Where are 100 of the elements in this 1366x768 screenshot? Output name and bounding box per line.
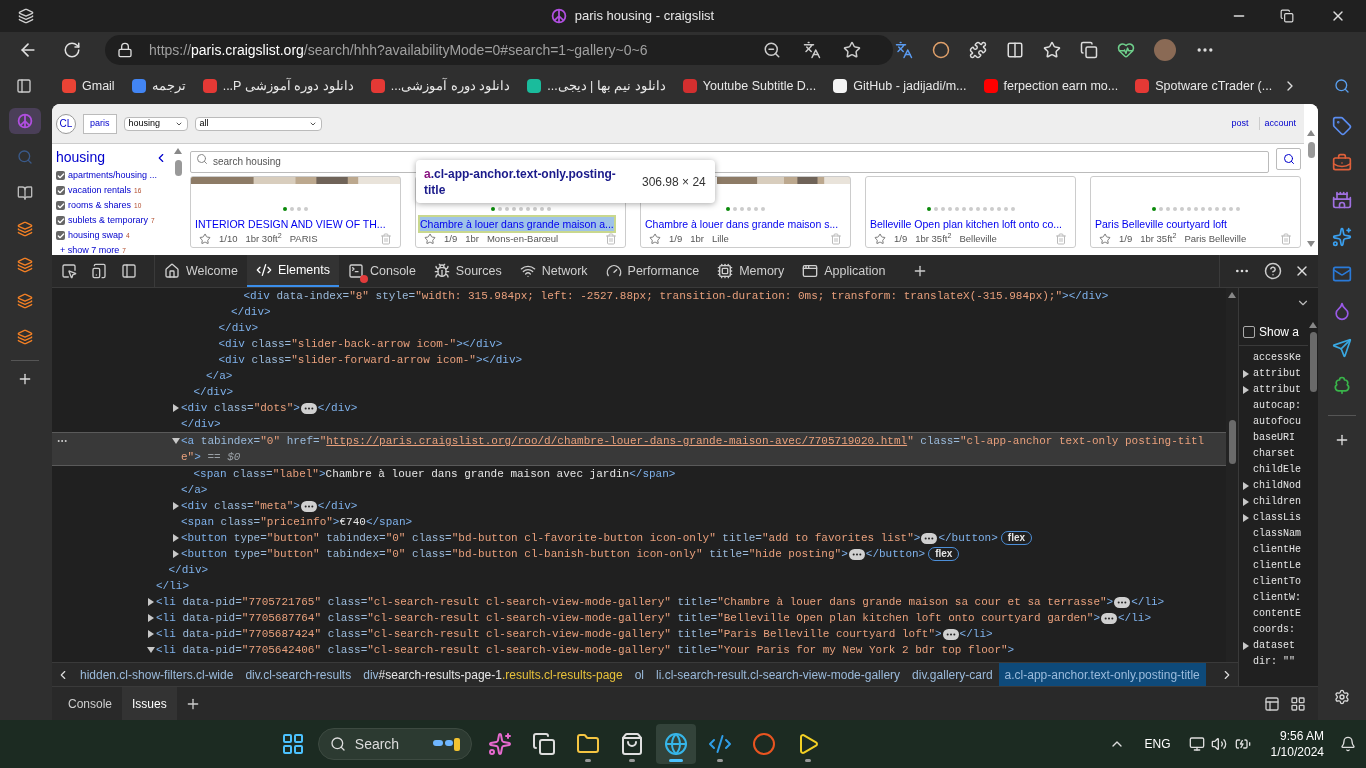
dom-node-line[interactable]: </div> — [52, 562, 1226, 578]
scroll-up-icon[interactable] — [174, 148, 182, 154]
dom-node-line[interactable]: </li> — [52, 578, 1226, 594]
property-name[interactable]: accessKe — [1253, 350, 1301, 366]
dom-node-line[interactable]: <div class="slider-back-arrow icom-"></div> — [52, 336, 1226, 352]
dock-bottom-icon[interactable] — [1290, 695, 1306, 712]
devtools-tab[interactable]: Application — [793, 255, 895, 287]
property-name[interactable]: clientHe — [1253, 542, 1301, 558]
split-screen-icon[interactable] — [1006, 41, 1024, 59]
filter-checkbox[interactable] — [56, 231, 65, 240]
breadcrumb-item[interactable]: div#search-results-page-1.results.cl-results-page — [357, 663, 629, 686]
property-name[interactable]: clientLe — [1253, 558, 1301, 574]
translate-icon[interactable] — [895, 41, 913, 59]
devtools-tab[interactable]: Sources — [424, 255, 511, 287]
collapsed-triangle-icon[interactable] — [1242, 386, 1250, 394]
vertical-tabs-icon[interactable] — [16, 78, 32, 94]
bookmark[interactable]: GitHub - jadijadi/m... — [833, 76, 967, 96]
breadcrumb-item[interactable]: li.cl-search-result.cl-search-view-mode-gallery — [650, 663, 907, 686]
read-aloud-icon[interactable] — [803, 41, 821, 59]
dom-node-line[interactable]: <li data-pid="7705721765" class="cl-search-result cl-search-view-mode-gallery" title="Chambre à louer dans grande maison sa cour et sa terrasse"> </li> — [52, 594, 1226, 610]
dom-node-line[interactable]: </div> — [52, 384, 1226, 400]
dom-node-line[interactable]: <li data-pid="7705687764" class="cl-search-result cl-search-view-mode-gallery" title="Belleville Open plan kitchen loft onto courtyard garden"> </li> — [52, 610, 1226, 626]
tree-icon[interactable] — [1332, 375, 1352, 395]
breadcrumb-item[interactable]: hidden.cl-show-filters.cl-wide — [74, 663, 240, 686]
favorite-star-icon[interactable] — [424, 233, 436, 246]
battery-icon[interactable] — [1234, 736, 1251, 752]
ellipsis-icon[interactable] — [300, 500, 317, 512]
dom-node-line[interactable]: <div class="meta"> </div> — [52, 498, 1226, 514]
toolbox-icon[interactable] — [1332, 153, 1352, 173]
property-name[interactable]: baseURI — [1253, 430, 1295, 446]
collapsed-triangle-icon[interactable] — [172, 550, 180, 558]
ellipsis-icon[interactable] — [921, 532, 938, 544]
filter-checkbox[interactable] — [56, 216, 65, 225]
new-tab-icon[interactable] — [17, 371, 33, 387]
dom-node-line[interactable]: <span class="label">Chambre à louer dans grande maison avec jardin</span> — [52, 466, 1226, 482]
property-name[interactable]: attribut — [1253, 382, 1301, 398]
refresh-icon[interactable] — [63, 41, 81, 59]
clock-time[interactable]: 9:56 AM — [1279, 728, 1324, 744]
scroll-down-icon[interactable] — [1307, 241, 1315, 247]
collapsed-triangle-icon[interactable] — [172, 404, 180, 412]
collapsed-triangle-icon[interactable] — [172, 534, 180, 542]
expanded-triangle-icon[interactable] — [172, 437, 180, 445]
filter-label[interactable]: housing swap — [68, 229, 124, 242]
filter-label[interactable]: rooms & shares — [68, 199, 132, 212]
collapsed-triangle-icon[interactable] — [1242, 498, 1250, 506]
undock-icon[interactable] — [1264, 695, 1280, 712]
collapsed-triangle-icon[interactable] — [1242, 370, 1250, 378]
devtools-tab[interactable]: Console — [339, 255, 425, 287]
dom-node-line[interactable]: <li data-pid="7705642406" class="cl-search-result cl-search-view-mode-gallery" title="Your Paris for my New York 2 bdr top floor"> — [52, 642, 1226, 658]
address-field[interactable]: https://paris.craigslist.org/search/hhh?availabilityMode=0#search=1~gallery~0~6 — [105, 35, 893, 65]
property-name[interactable]: classLis — [1253, 510, 1301, 526]
collapsed-triangle-icon[interactable] — [1242, 514, 1250, 522]
scrollbar-thumb[interactable] — [1309, 332, 1317, 392]
scrollbar-thumb[interactable] — [174, 160, 182, 176]
settings-icon[interactable] — [1334, 689, 1350, 705]
scrollbar-thumb[interactable] — [1307, 142, 1315, 158]
show-all-checkbox[interactable] — [1243, 325, 1255, 338]
property-name[interactable]: childEle — [1253, 462, 1301, 478]
health-icon[interactable] — [1117, 41, 1135, 59]
filter-label[interactable]: apartments/housing ... — [68, 169, 158, 182]
collapsed-triangle-icon[interactable] — [172, 502, 180, 510]
bookmark[interactable]: دانلود دوره آموزشی... — [370, 76, 511, 96]
scrollbar-thumb[interactable] — [1228, 420, 1236, 464]
scroll-up-icon[interactable] — [1307, 130, 1315, 136]
dom-node-line[interactable]: <button type="button" tabindex="0" class="bd-button cl-banish-button icon-only" title="hide posting"> </button> flex — [52, 546, 1226, 562]
filter-checkbox[interactable] — [56, 171, 65, 180]
restore-icon[interactable] — [1280, 9, 1294, 23]
listing-title[interactable]: Chambre à louer dans grande maison s... — [645, 217, 839, 231]
property-name[interactable]: children — [1253, 494, 1301, 510]
devtools-tab[interactable]: Elements — [246, 255, 339, 287]
chess-icon[interactable] — [1332, 190, 1352, 210]
bookmark[interactable]: ترجمه — [131, 76, 186, 96]
dom-node-line[interactable]: <div data-index="8" style="width: 315.984px; left: -2527.88px; transition-duration: 0ms; transform: translateX(-315.984px);"></div> — [52, 288, 1226, 304]
bookmark[interactable]: Gmail — [62, 76, 115, 96]
sparkle-icon[interactable] — [1332, 227, 1352, 247]
breadcrumb-item[interactable]: a.cl-app-anchor.text-only.posting-title — [998, 663, 1206, 686]
search-icon[interactable] — [1334, 78, 1350, 94]
property-name[interactable]: clientW: — [1253, 590, 1301, 606]
clock-date[interactable]: 1/10/2024 — [1270, 744, 1324, 760]
property-name[interactable]: coords: — [1253, 622, 1295, 638]
devtools-tab[interactable]: Performance — [596, 255, 709, 287]
taskbar-search-field[interactable]: Search — [317, 728, 472, 760]
listing-card[interactable]: Paris Belleville courtyard loft 1/9 1br 35ft$^{2}$ Paris Belleville — [1090, 176, 1301, 248]
property-name[interactable]: dataset — [1253, 638, 1295, 654]
help-icon[interactable] — [1264, 262, 1282, 280]
dom-node-line[interactable]: </div> — [52, 416, 1226, 432]
breadcrumb-item[interactable]: div.gallery-card — [906, 663, 999, 686]
header-link[interactable]: account — [1259, 116, 1300, 131]
property-name[interactable]: autocap: — [1253, 398, 1301, 414]
scroll-up-icon[interactable] — [1309, 322, 1317, 328]
site-logo[interactable]: CL — [56, 113, 76, 134]
favorite-star-icon[interactable] — [1099, 233, 1111, 246]
collections-icon[interactable] — [1080, 41, 1098, 59]
breadcrumb-item[interactable]: div.cl-search-results — [239, 663, 358, 686]
listing-card[interactable]: Belleville Open plan kitchen loft onto co... 1/9 1br 35ft$^{2}$ Belleville — [865, 176, 1076, 248]
listing-title[interactable]: Paris Belleville courtyard loft — [1095, 217, 1227, 231]
property-name[interactable]: autofocu — [1253, 414, 1301, 430]
search-button[interactable] — [1276, 148, 1301, 170]
ellipsis-icon[interactable] — [848, 548, 865, 560]
breadcrumb-item[interactable]: ol — [628, 663, 650, 686]
